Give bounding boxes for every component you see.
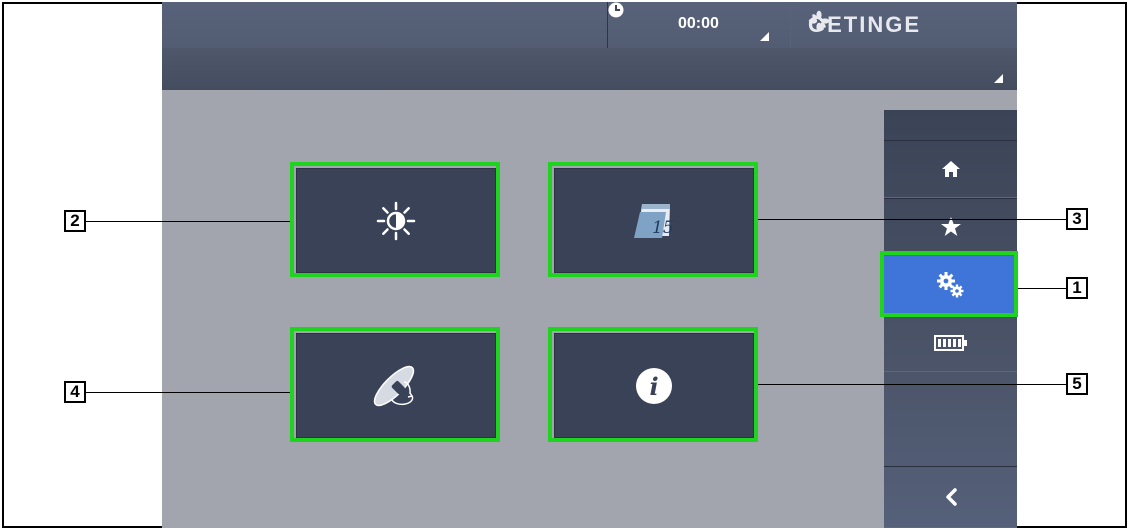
sidebar-top-spacer <box>884 110 1017 141</box>
highlight-settings <box>880 251 1018 317</box>
back-button[interactable] <box>884 466 1017 528</box>
leader-line-2 <box>86 221 290 222</box>
callout-4: 4 <box>64 381 86 403</box>
callout-1: 1 <box>1066 277 1088 299</box>
clock-time: 00:00 <box>678 15 719 32</box>
callout-5: 5 <box>1066 373 1088 395</box>
leader-line-1 <box>1018 288 1066 289</box>
clock-icon <box>608 2 624 18</box>
sidebar-item-battery[interactable] <box>884 314 1017 372</box>
highlight-information <box>548 327 758 442</box>
top-bar: 00:00 GETINGE <box>162 2 1017 90</box>
clock-corner-indicator <box>760 32 769 41</box>
home-icon <box>941 161 960 177</box>
clock-area[interactable]: 00:00 <box>607 2 791 48</box>
sidebar-item-home[interactable] <box>884 140 1017 198</box>
highlight-brightness <box>290 162 500 277</box>
sidebar-item-favorites[interactable] <box>884 198 1017 256</box>
sidebar <box>884 110 1017 528</box>
highlight-date <box>548 162 758 277</box>
leader-line-5 <box>758 384 1066 385</box>
callout-3: 3 <box>1066 208 1088 230</box>
brand-logo: GETINGE <box>808 10 921 40</box>
leader-line-3 <box>758 219 1066 220</box>
highlight-positioning <box>290 327 500 442</box>
brand-corner-indicator[interactable] <box>994 74 1003 83</box>
callout-2: 2 <box>64 210 86 232</box>
leader-line-4 <box>86 392 290 393</box>
battery-icon <box>933 335 967 351</box>
chevron-left-icon <box>945 488 957 506</box>
getinge-flower-icon <box>808 10 830 32</box>
